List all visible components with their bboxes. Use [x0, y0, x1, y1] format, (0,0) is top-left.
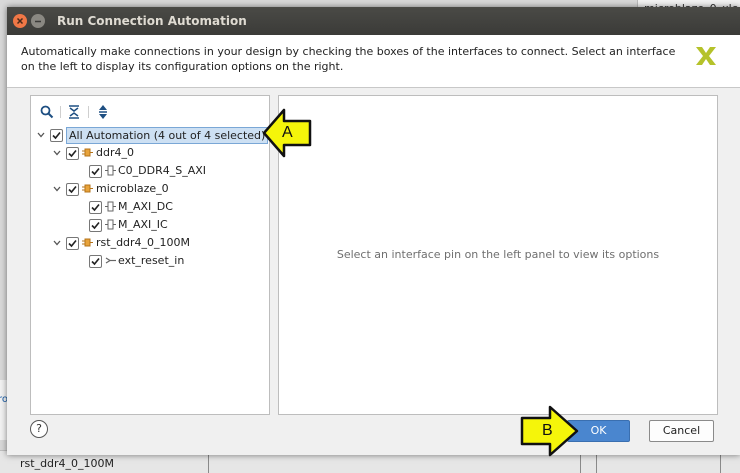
ddr4-0-checkbox[interactable]	[66, 147, 79, 160]
check-icon	[91, 203, 100, 212]
m-axi-ic-label[interactable]: M_AXI_IC	[118, 216, 168, 234]
dialog-header: Automatically make connections in your d…	[7, 35, 740, 88]
ip-block-icon	[82, 184, 93, 193]
check-icon	[91, 257, 100, 266]
chevron-down-icon[interactable]	[53, 185, 61, 193]
microblaze-0-label[interactable]: microblaze_0	[96, 180, 169, 198]
ip-block-icon	[82, 148, 93, 157]
microblaze-0-checkbox[interactable]	[66, 183, 79, 196]
toolbar-separator	[88, 106, 89, 118]
interface-options-panel: Select an interface pin on the left pane…	[278, 95, 718, 415]
tree-row-ddr4-0[interactable]: ddr4_0	[53, 144, 253, 162]
tree-row-ext-reset-in[interactable]: ext_reset_in	[89, 252, 259, 270]
all-automation-label[interactable]: All Automation (4 out of 4 selected)	[66, 127, 269, 144]
options-placeholder-text: Select an interface pin on the left pane…	[336, 248, 660, 261]
callout-label-b: B	[542, 422, 553, 439]
tree-row-c0-ddr4-s-axi[interactable]: C0_DDR4_S_AXI	[89, 162, 259, 180]
check-icon	[91, 221, 100, 230]
check-icon	[68, 149, 77, 158]
tree-row-all-automation[interactable]: All Automation (4 out of 4 selected)	[37, 126, 269, 144]
tree-row-m-axi-dc[interactable]: M_AXI_DC	[89, 198, 259, 216]
dialog-description: Automatically make connections in your d…	[21, 45, 676, 73]
chevron-down-icon[interactable]	[37, 131, 45, 139]
ext-reset-in-label[interactable]: ext_reset_in	[118, 252, 184, 270]
tree-row-microblaze-0[interactable]: microblaze_0	[53, 180, 253, 198]
rst-ddr4-0-100m-checkbox[interactable]	[66, 237, 79, 250]
m-axi-ic-checkbox[interactable]	[89, 219, 102, 232]
all-automation-checkbox[interactable]	[50, 129, 63, 142]
collapse-all-icon[interactable]	[66, 104, 82, 120]
tree-row-m-axi-ic[interactable]: M_AXI_IC	[89, 216, 259, 234]
ddr4-0-label[interactable]: ddr4_0	[96, 144, 134, 162]
toolbar-separator	[60, 106, 61, 118]
ip-block-icon	[82, 238, 93, 247]
background-divider	[720, 455, 721, 473]
minimize-window-button[interactable]	[31, 14, 45, 28]
dialog-title: Run Connection Automation	[57, 14, 247, 28]
m-axi-dc-checkbox[interactable]	[89, 201, 102, 214]
callout-label-a: A	[282, 124, 293, 141]
background-bottom-label: rst_ddr4_0_100M	[20, 457, 115, 470]
cancel-button[interactable]: Cancel	[649, 420, 714, 442]
m-axi-dc-label[interactable]: M_AXI_DC	[118, 198, 173, 216]
check-icon	[68, 239, 77, 248]
help-button[interactable]: ?	[30, 420, 48, 438]
bus-interface-icon	[105, 201, 116, 212]
xilinx-logo-icon	[696, 47, 716, 65]
bus-interface-icon	[105, 219, 116, 230]
tree-row-rst-ddr4-0-100m[interactable]: rst_ddr4_0_100M	[53, 234, 253, 252]
reset-pin-icon	[105, 257, 116, 264]
background-divider	[580, 455, 581, 473]
check-icon	[68, 185, 77, 194]
check-icon	[91, 167, 100, 176]
chevron-down-icon[interactable]	[53, 149, 61, 157]
rst-ddr4-0-100m-label[interactable]: rst_ddr4_0_100M	[96, 234, 190, 252]
bus-interface-icon	[105, 165, 116, 176]
c0-ddr4-s-axi-checkbox[interactable]	[89, 165, 102, 178]
chevron-down-icon[interactable]	[53, 239, 61, 247]
ext-reset-in-checkbox[interactable]	[89, 255, 102, 268]
background-divider	[208, 455, 209, 473]
run-connection-automation-dialog: Run Connection Automation Automatically …	[7, 7, 740, 455]
expand-all-icon[interactable]	[95, 104, 111, 120]
close-window-button[interactable]	[13, 14, 27, 28]
background-divider	[596, 455, 597, 473]
close-icon	[16, 17, 24, 25]
search-icon[interactable]	[39, 104, 55, 120]
check-icon	[52, 131, 61, 140]
dialog-titlebar[interactable]: Run Connection Automation	[7, 7, 740, 35]
minimize-icon	[35, 20, 41, 23]
interface-tree-panel: All Automation (4 out of 4 selected) ddr…	[30, 95, 270, 415]
c0-ddr4-s-axi-label[interactable]: C0_DDR4_S_AXI	[118, 162, 206, 180]
